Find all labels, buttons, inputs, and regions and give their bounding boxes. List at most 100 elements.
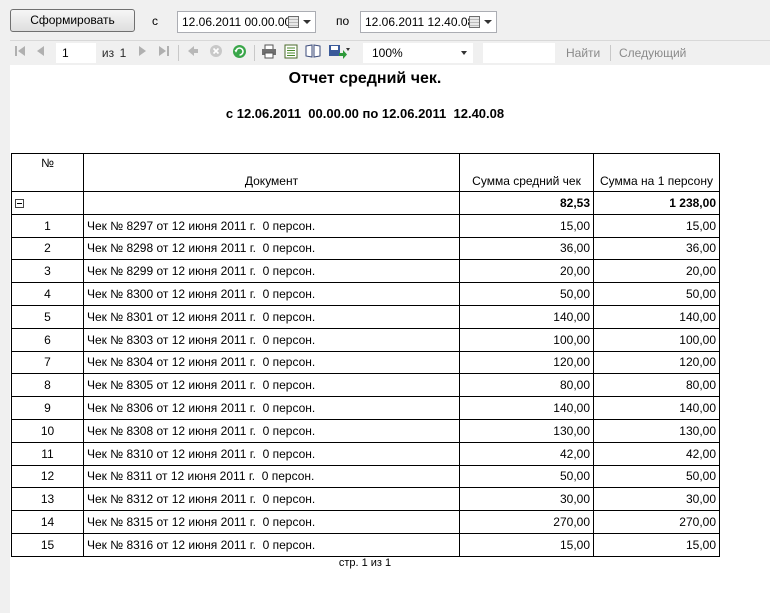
table-row: 6 Чек № 8303 от 12 июня 2011 г. 0 персон.… — [11, 327, 720, 352]
zoom-value: 100% — [372, 46, 403, 60]
row-number: 11 — [11, 441, 84, 466]
table-header-row: № Документ Сумма средний чек Сумма на 1 … — [11, 153, 720, 192]
page-number-input[interactable]: 1 — [56, 43, 96, 63]
table-row: 15 Чек № 8316 от 12 июня 2011 г. 0 персон… — [11, 532, 720, 557]
row-avg-check: 80,00 — [459, 373, 594, 398]
page-of-label: из — [101, 46, 115, 60]
toolbar-separator — [254, 45, 255, 61]
minus-icon[interactable] — [15, 199, 24, 209]
row-number: 14 — [11, 510, 84, 534]
report-title: Отчет средний чек. — [288, 70, 442, 87]
row-per-person: 15,00 — [593, 213, 720, 238]
row-per-person: 80,00 — [593, 373, 720, 398]
table-row: 5 Чек № 8301 от 12 июня 2011 г. 0 персон.… — [11, 304, 720, 329]
row-avg-check: 42,00 — [459, 441, 594, 466]
row-document: Чек № 8301 от 12 июня 2011 г. 0 персон. — [83, 304, 460, 329]
row-document: Чек № 8303 от 12 июня 2011 г. 0 персон. — [83, 327, 460, 352]
to-label: по — [336, 14, 350, 28]
find-link[interactable]: Найти — [566, 44, 600, 62]
row-per-person: 270,00 — [593, 510, 720, 534]
table-row: 12 Чек № 8311 от 12 июня 2011 г. 0 персон… — [11, 464, 720, 489]
page-footer: стр. 1 из 1 — [338, 557, 392, 569]
row-per-person: 120,00 — [593, 350, 720, 375]
row-document: Чек № 8297 от 12 июня 2011 г. 0 персон. — [83, 213, 460, 238]
first-page-icon[interactable] — [13, 44, 27, 62]
row-avg-check: 100,00 — [459, 327, 594, 352]
build-report-button[interactable]: Сформировать — [10, 9, 135, 32]
row-avg-check: 130,00 — [459, 418, 594, 443]
row-per-person: 42,00 — [593, 441, 720, 466]
row-per-person: 100,00 — [593, 327, 720, 352]
report-subtitle: с 12.06.2011 00.00.00 по 12.06.2011 12.4… — [225, 106, 505, 121]
row-number: 4 — [11, 282, 84, 306]
from-date-picker[interactable]: 12.06.2011 00.00.00 — [177, 11, 316, 33]
row-number: 2 — [11, 236, 84, 261]
row-number: 5 — [11, 304, 84, 329]
print-icon[interactable] — [260, 44, 278, 62]
table-total-row: 82,53 1 238,00 — [11, 191, 720, 215]
table-row: 2 Чек № 8298 от 12 июня 2011 г. 0 персон.… — [11, 236, 720, 261]
chevron-down-icon[interactable] — [303, 20, 311, 24]
row-avg-check: 140,00 — [459, 304, 594, 329]
table-row: 3 Чек № 8299 от 12 июня 2011 г. 0 персон.… — [11, 259, 720, 284]
row-document: Чек № 8315 от 12 июня 2011 г. 0 персон. — [83, 510, 460, 534]
row-number: 9 — [11, 396, 84, 420]
row-avg-check: 50,00 — [459, 464, 594, 489]
zoom-select[interactable]: 100% — [363, 43, 473, 63]
from-label: с — [152, 14, 158, 28]
table-row: 11 Чек № 8310 от 12 июня 2011 г. 0 персон… — [11, 441, 720, 466]
row-number: 10 — [11, 418, 84, 443]
row-per-person: 36,00 — [593, 236, 720, 261]
row-document: Чек № 8310 от 12 июня 2011 г. 0 персон. — [83, 441, 460, 466]
row-avg-check: 50,00 — [459, 282, 594, 306]
table-row: 10 Чек № 8308 от 12 июня 2011 г. 0 персон… — [11, 418, 720, 443]
chevron-down-icon[interactable] — [461, 51, 467, 55]
from-date-value: 12.06.2011 00.00.00 — [182, 15, 292, 29]
table-row: 1 Чек № 8297 от 12 июня 2011 г. 0 персон.… — [11, 213, 720, 238]
row-number: 1 — [11, 213, 84, 238]
parameters-bar: Сформировать с 12.06.2011 00.00.00 по 12… — [0, 0, 770, 40]
export-icon[interactable] — [327, 44, 351, 62]
column-header-number: № — [11, 153, 84, 192]
row-number: 12 — [11, 464, 84, 489]
stop-icon[interactable] — [208, 44, 224, 62]
column-header-per-person: Сумма на 1 персону — [593, 153, 720, 192]
calendar-icon[interactable] — [288, 16, 299, 28]
row-number: 15 — [11, 532, 84, 557]
row-per-person: 20,00 — [593, 259, 720, 284]
row-per-person: 50,00 — [593, 282, 720, 306]
chevron-down-icon[interactable] — [484, 20, 492, 24]
row-per-person: 30,00 — [593, 487, 720, 512]
collapse-group-toggle[interactable] — [11, 191, 84, 215]
refresh-icon[interactable] — [231, 44, 247, 62]
table-row: 4 Чек № 8300 от 12 июня 2011 г. 0 персон.… — [11, 282, 720, 306]
table-row: 8 Чек № 8305 от 12 июня 2011 г. 0 персон.… — [11, 373, 720, 398]
row-per-person: 130,00 — [593, 418, 720, 443]
row-avg-check: 15,00 — [459, 213, 594, 238]
next-page-icon[interactable] — [136, 44, 148, 62]
row-document: Чек № 8316 от 12 июня 2011 г. 0 персон. — [83, 532, 460, 557]
back-icon[interactable] — [186, 44, 200, 62]
to-date-picker[interactable]: 12.06.2011 12.40.08 — [360, 11, 497, 33]
print-layout-icon[interactable] — [282, 44, 300, 62]
row-document: Чек № 8300 от 12 июня 2011 г. 0 персон. — [83, 282, 460, 306]
row-per-person: 140,00 — [593, 396, 720, 420]
row-document: Чек № 8306 от 12 июня 2011 г. 0 персон. — [83, 396, 460, 420]
table-row: 9 Чек № 8306 от 12 июня 2011 г. 0 персон.… — [11, 396, 720, 420]
to-date-value: 12.06.2011 12.40.08 — [365, 15, 475, 29]
previous-page-icon[interactable] — [35, 44, 47, 62]
row-avg-check: 120,00 — [459, 350, 594, 375]
table-row: 13 Чек № 8312 от 12 июня 2011 г. 0 персон… — [11, 487, 720, 512]
row-number: 8 — [11, 373, 84, 398]
find-next-link[interactable]: Следующий — [619, 44, 686, 62]
find-input[interactable] — [483, 43, 555, 63]
row-per-person: 140,00 — [593, 304, 720, 329]
left-margin — [0, 40, 10, 613]
calendar-icon[interactable] — [469, 16, 480, 28]
total-per-person: 1 238,00 — [593, 191, 720, 215]
page-setup-icon[interactable] — [304, 44, 322, 62]
row-document: Чек № 8305 от 12 июня 2011 г. 0 персон. — [83, 373, 460, 398]
column-header-avg-check: Сумма средний чек — [459, 153, 594, 192]
last-page-icon[interactable] — [156, 44, 170, 62]
total-avg-check: 82,53 — [459, 191, 594, 215]
